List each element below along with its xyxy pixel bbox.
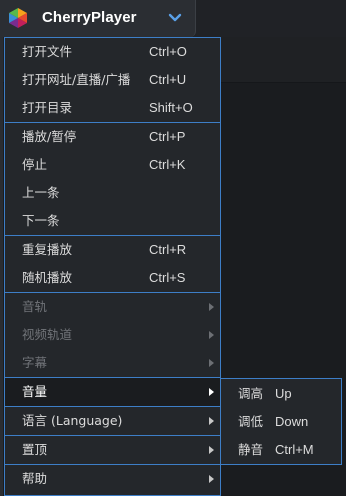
app-menu-button[interactable]: CherryPlayer bbox=[0, 0, 196, 37]
menu-group: 语言 (Language) bbox=[5, 407, 220, 436]
menu-item[interactable]: 打开网址/直播/广播 Ctrl+U bbox=[5, 66, 220, 94]
menu-item-label: 打开文件 bbox=[22, 44, 73, 59]
menu-item[interactable]: 语言 (Language) bbox=[5, 407, 220, 435]
submenu-item-shortcut: Up bbox=[275, 386, 292, 401]
menu-item-label: 上一条 bbox=[22, 185, 60, 200]
submenu-arrow-icon bbox=[209, 303, 214, 311]
menu-item[interactable]: 下一条 bbox=[5, 207, 220, 235]
menu-item[interactable]: 打开文件 Ctrl+O bbox=[5, 38, 220, 66]
menu-item-label: 视频轨道 bbox=[22, 327, 73, 342]
menu-item-shortcut: Ctrl+R bbox=[149, 242, 187, 257]
menu-group: 播放/暂停 Ctrl+P 停止 Ctrl+K 上一条下一条 bbox=[5, 123, 220, 236]
cherryplayer-logo-icon bbox=[9, 8, 27, 28]
menu-item-label: 帮助 bbox=[22, 471, 48, 486]
menu-group: 打开文件 Ctrl+O 打开网址/直播/广播 Ctrl+U 打开目录 Shift+O bbox=[5, 38, 220, 123]
menu-item-label: 下一条 bbox=[22, 213, 60, 228]
menu-group: 音量 bbox=[5, 378, 220, 407]
menu-group: 置顶 bbox=[5, 436, 220, 465]
main-menu: 打开文件 Ctrl+O 打开网址/直播/广播 Ctrl+U 打开目录 Shift+O 播放/… bbox=[4, 37, 221, 496]
submenu-arrow-icon bbox=[209, 446, 214, 454]
submenu-item-label: 静音 bbox=[238, 442, 264, 457]
submenu-arrow-icon bbox=[209, 475, 214, 483]
menu-item-label: 语言 (Language) bbox=[22, 413, 123, 428]
menu-item[interactable]: 停止 Ctrl+K bbox=[5, 151, 220, 179]
menu-item[interactable]: 帮助 bbox=[5, 465, 220, 493]
window-edge bbox=[0, 37, 3, 496]
menu-item-shortcut: Shift+O bbox=[149, 100, 193, 115]
menu-item-label: 音量 bbox=[22, 384, 48, 399]
menu-item[interactable]: 随机播放 Ctrl+S bbox=[5, 264, 220, 292]
menu-item: 视频轨道 bbox=[5, 321, 220, 349]
menu-item-label: 随机播放 bbox=[22, 270, 73, 285]
submenu-arrow-icon bbox=[209, 331, 214, 339]
menu-item: 音轨 bbox=[5, 293, 220, 321]
menu-item[interactable]: 重复播放 Ctrl+R bbox=[5, 236, 220, 264]
submenu-item-shortcut: Ctrl+M bbox=[275, 442, 314, 457]
menu-item-shortcut: Ctrl+K bbox=[149, 157, 186, 172]
menu-item-shortcut: Ctrl+S bbox=[149, 270, 186, 285]
submenu-item[interactable]: 调高 Up bbox=[221, 380, 341, 408]
menu-item[interactable]: 播放/暂停 Ctrl+P bbox=[5, 123, 220, 151]
app-title: CherryPlayer bbox=[42, 9, 137, 26]
menu-item: 字幕 bbox=[5, 349, 220, 377]
title-bar: CherryPlayer bbox=[0, 0, 346, 37]
menu-item-label: 打开目录 bbox=[22, 100, 73, 115]
submenu-arrow-icon bbox=[209, 388, 214, 396]
submenu-item-label: 调高 bbox=[238, 386, 264, 401]
menu-item[interactable]: 上一条 bbox=[5, 179, 220, 207]
menu-item-shortcut: Ctrl+U bbox=[149, 72, 187, 87]
menu-item-label: 播放/暂停 bbox=[22, 129, 77, 144]
chevron-down-icon[interactable] bbox=[168, 13, 182, 23]
submenu-arrow-icon bbox=[209, 359, 214, 367]
submenu-arrow-icon bbox=[209, 417, 214, 425]
menu-item-label: 字幕 bbox=[22, 355, 48, 370]
volume-submenu: 调高 Up 调低 Down 静音 Ctrl+M bbox=[220, 378, 342, 465]
menu-item[interactable]: 置顶 bbox=[5, 436, 220, 464]
submenu-item[interactable]: 调低 Down bbox=[221, 408, 341, 436]
menu-group: 帮助 bbox=[5, 465, 220, 493]
menu-group: 音轨 视频轨道 字幕 bbox=[5, 293, 220, 378]
menu-item-label: 打开网址/直播/广播 bbox=[22, 72, 131, 87]
menu-item-label: 置顶 bbox=[22, 442, 48, 457]
menu-item-label: 音轨 bbox=[22, 299, 48, 314]
menu-item[interactable]: 音量 bbox=[5, 378, 220, 406]
submenu-item-label: 调低 bbox=[238, 414, 264, 429]
submenu-item-shortcut: Down bbox=[275, 414, 309, 429]
menu-item-shortcut: Ctrl+O bbox=[149, 44, 187, 59]
menu-item[interactable]: 打开目录 Shift+O bbox=[5, 94, 220, 122]
submenu-item[interactable]: 静音 Ctrl+M bbox=[221, 436, 341, 464]
menu-item-shortcut: Ctrl+P bbox=[149, 129, 186, 144]
menu-item-label: 重复播放 bbox=[22, 242, 73, 257]
menu-item-label: 停止 bbox=[22, 157, 48, 172]
menu-group: 重复播放 Ctrl+R 随机播放 Ctrl+S bbox=[5, 236, 220, 293]
